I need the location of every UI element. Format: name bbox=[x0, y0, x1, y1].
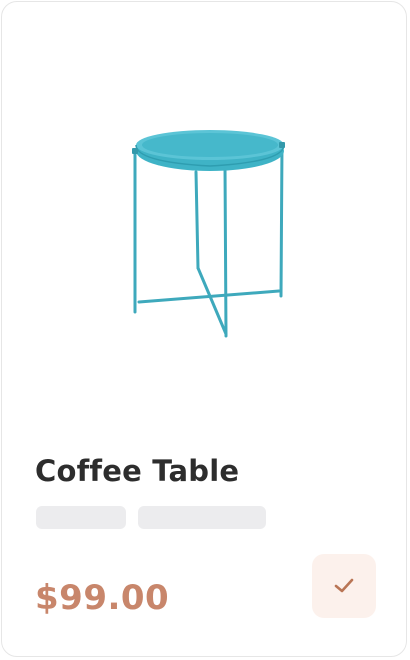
side-table-image bbox=[132, 130, 285, 338]
check-icon bbox=[334, 578, 354, 593]
placeholder-bar bbox=[138, 506, 266, 529]
placeholder-bar bbox=[36, 506, 126, 529]
product-card[interactable]: Coffee Table $99.00 bbox=[1, 1, 407, 657]
product-image bbox=[122, 120, 292, 350]
product-price: $99.00 bbox=[35, 578, 170, 618]
select-button[interactable] bbox=[312, 554, 376, 618]
product-title: Coffee Table bbox=[35, 454, 240, 488]
